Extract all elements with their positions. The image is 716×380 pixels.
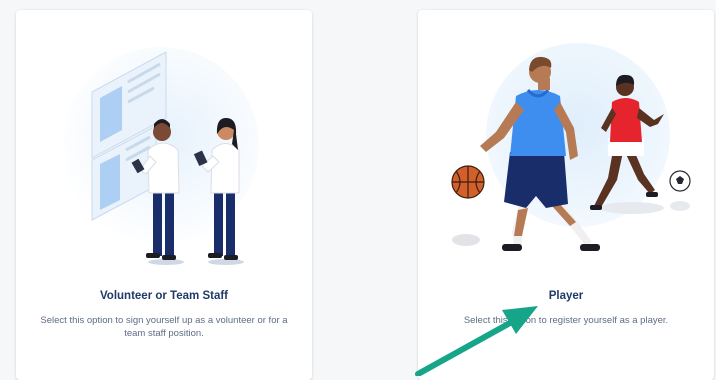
volunteer-staff-illustration <box>63 47 259 265</box>
option-description: Select this option to register yourself … <box>463 315 669 326</box>
option-description: Select this option to sign yourself up a… <box>40 315 288 339</box>
player-option-card[interactable]: Player Select this option to register yo… <box>418 10 714 380</box>
basketball-soccer-players-illustration <box>451 43 691 251</box>
volunteer-staff-option-card[interactable]: Volunteer or Team Staff Select this opti… <box>16 10 312 380</box>
option-title: Player <box>548 290 584 302</box>
option-title: Volunteer or Team Staff <box>99 290 228 302</box>
